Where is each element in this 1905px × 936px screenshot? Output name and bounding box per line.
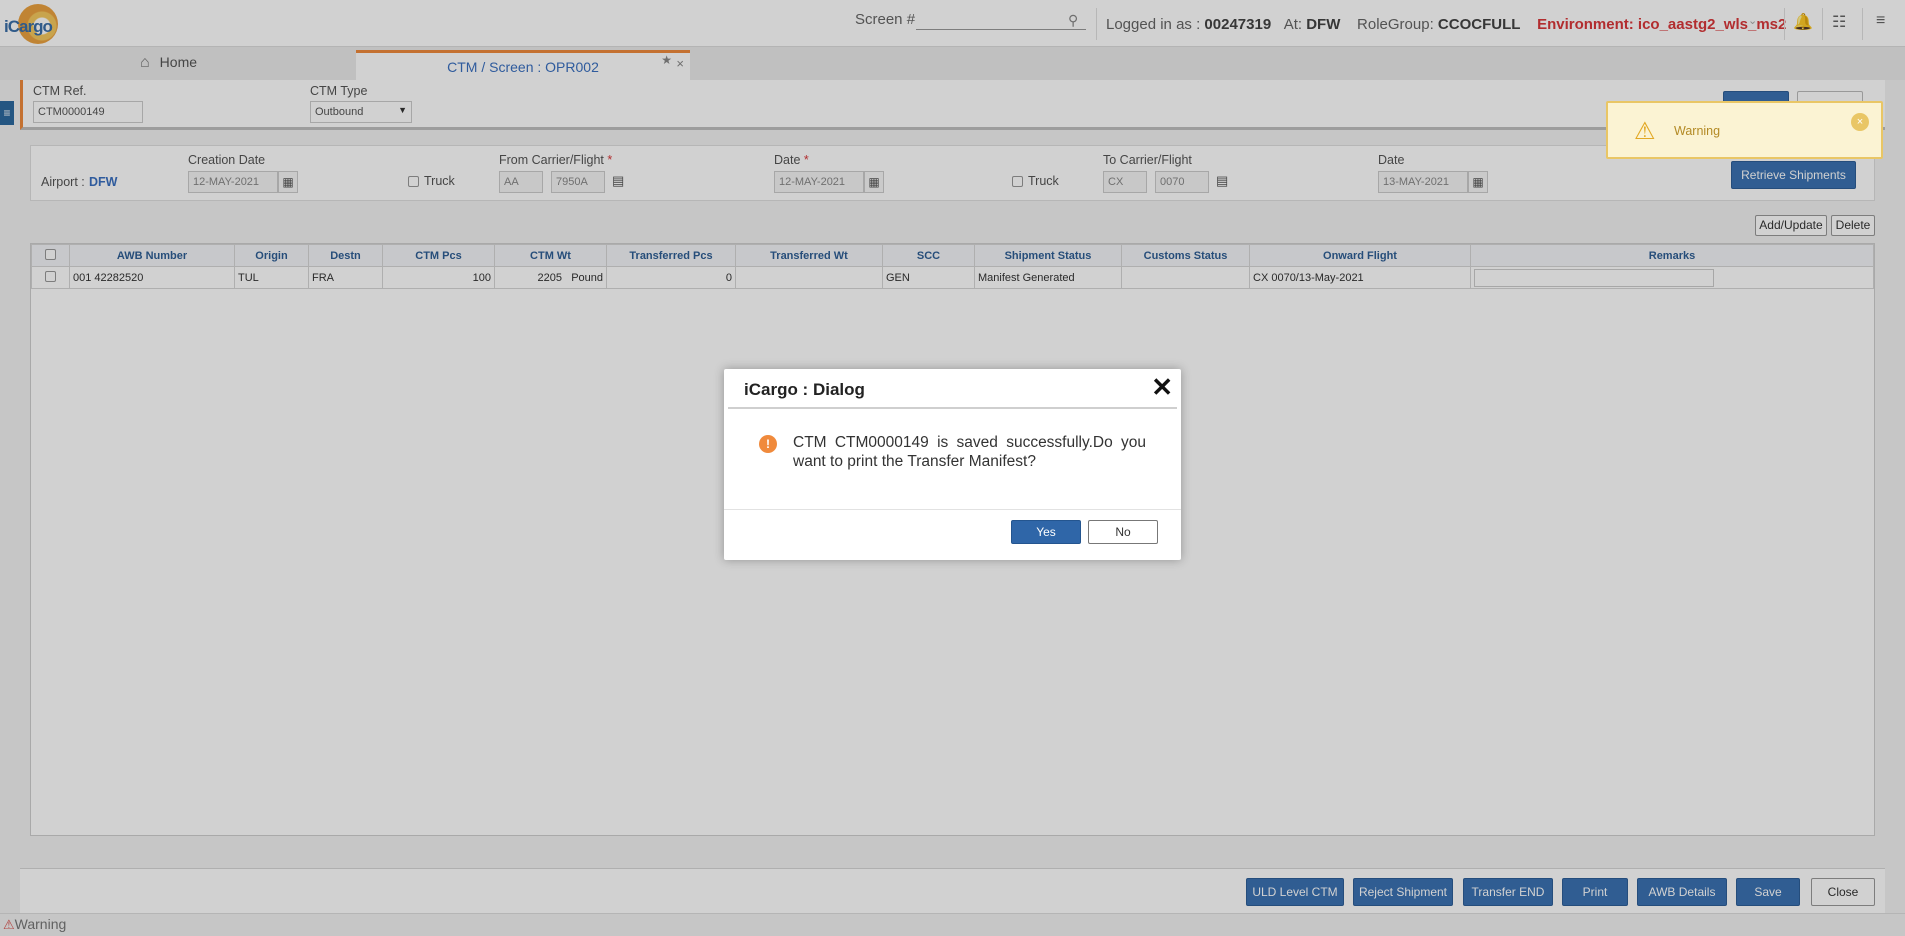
toast-text: Warning (1674, 124, 1721, 138)
divider (728, 407, 1177, 409)
warning-toast: ⚠ Warning × (1606, 101, 1883, 159)
yes-button[interactable]: Yes (1011, 520, 1081, 544)
close-icon[interactable]: × (1851, 113, 1869, 131)
close-icon[interactable]: ✕ (1151, 372, 1173, 402)
info-icon: ! (759, 435, 777, 453)
warning-icon: ⚠ (1634, 118, 1656, 145)
dialog-message: CTM CTM0000149 is saved successfully.Do … (793, 434, 1146, 470)
confirm-dialog: iCargo : Dialog ✕ ! CTM CTM0000149 is sa… (724, 369, 1181, 560)
divider (724, 509, 1181, 510)
no-button[interactable]: No (1088, 520, 1158, 544)
dialog-title: iCargo : Dialog (744, 380, 865, 399)
